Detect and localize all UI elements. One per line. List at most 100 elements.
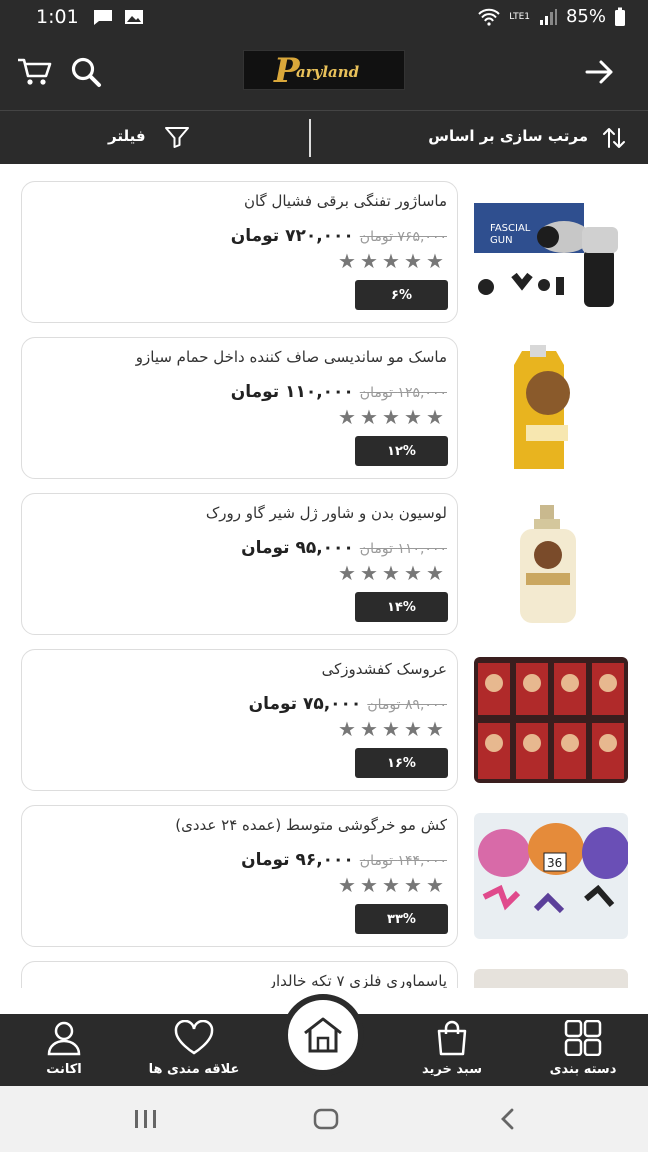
shopping-bag-icon: [437, 1020, 467, 1056]
back-system-button[interactable]: [488, 1104, 528, 1134]
rating-stars: ★ ★ ★ ★ ★: [338, 405, 445, 429]
discount-badge: ۳۳%: [355, 904, 448, 934]
new-price: ۷۲۰,۰۰۰ تومان: [230, 226, 354, 246]
nav-cart-label: سبد خرید: [422, 1062, 482, 1077]
cart-icon: [18, 58, 52, 85]
old-price: ۱۱۰,۰۰۰ تومان: [359, 541, 447, 557]
star-icon: ★: [338, 249, 356, 273]
user-icon: [47, 1021, 81, 1056]
star-icon: ★: [382, 873, 400, 897]
back-button[interactable]: [582, 54, 618, 90]
star-icon: ★: [404, 249, 422, 273]
cart-button[interactable]: [16, 54, 52, 90]
discount-badge: ۱۶%: [355, 748, 448, 778]
nav-cart[interactable]: سبد خرید: [402, 1020, 502, 1084]
new-price: ۷۵,۰۰۰ تومان: [248, 694, 362, 714]
filter-icon: [165, 127, 189, 148]
star-icon: ★: [426, 249, 444, 273]
star-icon: ★: [404, 405, 422, 429]
network-label: LTE1: [509, 11, 530, 22]
new-price: ۹۶,۰۰۰ تومان: [241, 850, 354, 870]
nav-categories[interactable]: دسته بندی: [533, 1020, 633, 1084]
product-item[interactable]: کش مو خرگوشی متوسط (عمده ۲۴ عددی) ۱۴۴,۰۰…: [0, 805, 648, 947]
svg-text:36: 36: [547, 856, 562, 870]
chevron-left-icon: [501, 1108, 514, 1130]
recents-button[interactable]: [126, 1104, 166, 1134]
svg-text:FASCIAL: FASCIAL: [490, 223, 531, 234]
product-title[interactable]: کش مو خرگوشی متوسط (عمده ۲۴ عددی): [27, 816, 447, 834]
product-card[interactable]: عروسک کفشدوزکی ۸۹,۰۰۰ تومان ۷۵,۰۰۰ تومان…: [21, 649, 458, 791]
star-icon: ★: [404, 873, 422, 897]
product-item[interactable]: ماساژور تفنگی برقی فشیال گان ۷۶۵,۰۰۰ توم…: [0, 181, 648, 323]
old-price: ۷۶۵,۰۰۰ تومان: [359, 229, 447, 245]
product-card[interactable]: لوسیون بدن و شاور ژل شیر گاو رورک ۱۱۰,۰۰…: [21, 493, 458, 635]
home-button[interactable]: [282, 994, 364, 1076]
star-icon: ★: [360, 873, 378, 897]
product-card[interactable]: کش مو خرگوشی متوسط (عمده ۲۴ عددی) ۱۴۴,۰۰…: [21, 805, 458, 947]
rating-stars: ★ ★ ★ ★ ★: [338, 249, 445, 273]
product-title[interactable]: ماسک مو ساندیسی صاف کننده داخل حمام سیاز…: [27, 348, 447, 366]
product-title[interactable]: لوسیون بدن و شاور ژل شیر گاو رورک: [27, 504, 447, 522]
star-icon: ★: [338, 873, 356, 897]
status-bar: 1:01 LTE1 85%: [0, 0, 648, 34]
product-image-hair-mask[interactable]: [474, 345, 628, 471]
product-image-hair-ties[interactable]: 36: [474, 813, 628, 939]
product-image-lotion[interactable]: [474, 501, 628, 627]
home-system-icon: [313, 1108, 339, 1130]
product-card[interactable]: پاسماوری فلزی ۷ تکه خالدار: [21, 961, 458, 988]
nav-favorites-label: علاقه مندی ها: [148, 1062, 240, 1077]
recents-icon: [135, 1110, 156, 1128]
nav-account-label: اکانت: [46, 1062, 82, 1077]
product-title[interactable]: عروسک کفشدوزکی: [27, 660, 447, 678]
product-price: ۱۲۵,۰۰۰ تومان ۱۱۰,۰۰۰ تومان: [231, 382, 447, 402]
nav-account[interactable]: اکانت: [14, 1020, 114, 1084]
star-icon: ★: [426, 873, 444, 897]
new-price: ۱۱۰,۰۰۰ تومان: [230, 382, 354, 402]
star-icon: ★: [382, 249, 400, 273]
product-title[interactable]: ماساژور تفنگی برقی فشیال گان: [27, 192, 447, 210]
logo[interactable]: P aryland: [243, 50, 405, 91]
logo-text: aryland: [296, 63, 360, 81]
product-price: ۱۱۰,۰۰۰ تومان ۹۵,۰۰۰ تومان: [241, 538, 447, 558]
product-item[interactable]: عروسک کفشدوزکی ۸۹,۰۰۰ تومان ۷۵,۰۰۰ تومان…: [0, 649, 648, 791]
wifi-icon: [478, 8, 501, 26]
search-icon: [71, 57, 101, 87]
toolbar-divider: [309, 119, 311, 157]
filter-button[interactable]: فیلتر: [108, 127, 146, 145]
product-title[interactable]: پاسماوری فلزی ۷ تکه خالدار: [27, 972, 447, 988]
product-item[interactable]: لوسیون بدن و شاور ژل شیر گاو رورک ۱۱۰,۰۰…: [0, 493, 648, 635]
discount-badge: ۶%: [355, 280, 448, 310]
product-card[interactable]: ماسک مو ساندیسی صاف کننده داخل حمام سیاز…: [21, 337, 458, 479]
star-icon: ★: [338, 561, 356, 585]
search-button[interactable]: [68, 54, 104, 90]
home-system-button[interactable]: [306, 1104, 346, 1134]
star-icon: ★: [404, 717, 422, 741]
nav-categories-label: دسته بندی: [549, 1062, 617, 1077]
sort-filter-bar: مرتب سازی بر اساس فیلتر: [0, 110, 648, 164]
star-icon: ★: [338, 405, 356, 429]
star-icon: ★: [338, 717, 356, 741]
android-nav-bar: [0, 1086, 648, 1152]
sort-button[interactable]: مرتب سازی بر اساس: [428, 127, 588, 145]
product-item[interactable]: پاسماوری فلزی ۷ تکه خالدار: [0, 961, 648, 988]
star-icon: ★: [426, 405, 444, 429]
home-icon: [304, 1017, 342, 1053]
star-icon: ★: [426, 561, 444, 585]
product-image-partial[interactable]: [474, 969, 628, 988]
product-item[interactable]: ماسک مو ساندیسی صاف کننده داخل حمام سیاز…: [0, 337, 648, 479]
rating-stars: ★ ★ ★ ★ ★: [338, 717, 445, 741]
grid-icon: [564, 1020, 602, 1056]
old-price: ۸۹,۰۰۰ تومان: [367, 697, 447, 713]
new-price: ۹۵,۰۰۰ تومان: [241, 538, 354, 558]
product-image-dolls[interactable]: [474, 657, 628, 783]
star-icon: ★: [404, 561, 422, 585]
star-icon: ★: [360, 249, 378, 273]
image-icon: [125, 10, 143, 24]
star-icon: ★: [382, 405, 400, 429]
product-image-massage-gun[interactable]: FASCIAL GUN: [474, 189, 628, 315]
star-icon: ★: [426, 717, 444, 741]
app-header: P aryland: [0, 34, 648, 110]
star-icon: ★: [382, 561, 400, 585]
nav-favorites[interactable]: علاقه مندی ها: [144, 1020, 244, 1084]
product-card[interactable]: ماساژور تفنگی برقی فشیال گان ۷۶۵,۰۰۰ توم…: [21, 181, 458, 323]
